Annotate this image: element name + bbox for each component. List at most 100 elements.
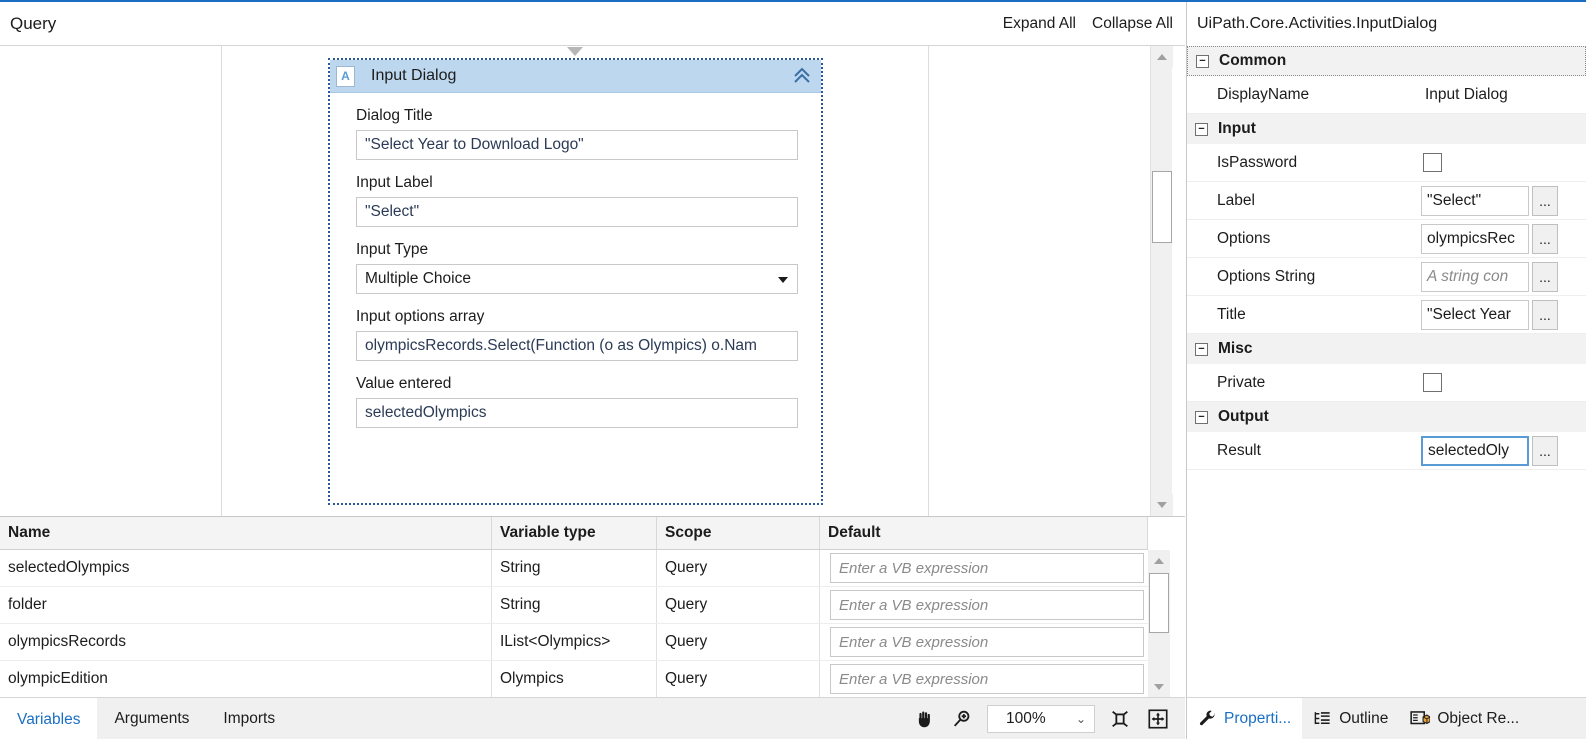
tab-imports[interactable]: Imports bbox=[206, 698, 292, 739]
variable-name[interactable]: folder bbox=[0, 587, 492, 623]
property-name: Options String bbox=[1217, 267, 1316, 285]
variable-type[interactable]: IList<Olympics> bbox=[492, 624, 657, 660]
properties-panel-tabs: Properti... Outline Object Re... bbox=[1187, 697, 1586, 739]
table-row[interactable]: folder String Query Enter a VB expressio… bbox=[0, 587, 1148, 624]
property-row-options[interactable]: Options olympicsRec ... bbox=[1187, 220, 1586, 258]
field-input-type: Input Type Multiple Choice bbox=[330, 241, 821, 294]
title-expression-input[interactable]: "Select Year bbox=[1421, 299, 1529, 330]
field-value: Multiple Choice bbox=[365, 270, 471, 287]
variables-panel: Name Variable type Scope Default selecte… bbox=[0, 516, 1185, 698]
property-value: olympicsRec ... bbox=[1419, 220, 1586, 257]
property-row-title[interactable]: Title "Select Year ... bbox=[1187, 296, 1586, 334]
result-browse-button[interactable]: ... bbox=[1532, 435, 1558, 466]
dialog-title-input[interactable]: "Select Year to Download Logo" bbox=[356, 130, 798, 160]
chevrons-up-icon[interactable] bbox=[791, 65, 813, 87]
collapse-minus-icon[interactable]: − bbox=[1195, 122, 1208, 136]
field-value: "Select" bbox=[365, 203, 420, 220]
canvas-vertical-scrollbar[interactable] bbox=[1150, 46, 1173, 516]
options-string-browse-button[interactable]: ... bbox=[1532, 261, 1558, 292]
magnifier-icon[interactable] bbox=[943, 698, 981, 739]
column-header-type[interactable]: Variable type bbox=[492, 517, 657, 549]
tab-label: Outline bbox=[1339, 709, 1389, 727]
property-value[interactable]: Input Dialog bbox=[1419, 76, 1586, 113]
column-header-scope[interactable]: Scope bbox=[657, 517, 820, 549]
fit-screen-icon[interactable] bbox=[1139, 698, 1177, 739]
variables-vertical-scrollbar[interactable] bbox=[1148, 550, 1170, 698]
options-browse-button[interactable]: ... bbox=[1532, 223, 1558, 254]
tab-object-repository[interactable]: Object Re... bbox=[1399, 698, 1530, 739]
collapse-minus-icon[interactable]: − bbox=[1196, 54, 1209, 68]
variable-type[interactable]: String bbox=[492, 550, 657, 586]
expand-collapse-controls: Expand All Collapse All bbox=[1003, 15, 1173, 33]
variable-name[interactable]: olympicsRecords bbox=[0, 624, 492, 660]
variable-default-input[interactable]: Enter a VB expression bbox=[830, 553, 1144, 583]
private-checkbox[interactable] bbox=[1423, 373, 1442, 392]
variable-scope[interactable]: Query bbox=[657, 661, 820, 697]
scroll-up-button[interactable] bbox=[1151, 46, 1173, 68]
scroll-up-button[interactable] bbox=[1148, 550, 1170, 572]
activity-card-header[interactable]: A Input Dialog bbox=[330, 60, 821, 93]
column-header-name[interactable]: Name bbox=[0, 517, 492, 549]
variable-scope[interactable]: Query bbox=[657, 550, 820, 586]
field-input-label: Input Label "Select" bbox=[330, 174, 821, 227]
property-row-private[interactable]: Private bbox=[1187, 364, 1586, 402]
scrollbar-thumb[interactable] bbox=[1152, 171, 1172, 243]
result-expression-input[interactable]: selectedOly bbox=[1421, 435, 1529, 466]
scrollbar-thumb[interactable] bbox=[1149, 573, 1169, 633]
collapse-all-button[interactable]: Collapse All bbox=[1092, 15, 1173, 33]
variable-default-cell: Enter a VB expression bbox=[820, 587, 1148, 623]
ispassword-checkbox[interactable] bbox=[1423, 153, 1442, 172]
label-browse-button[interactable]: ... bbox=[1532, 185, 1558, 216]
collapse-minus-icon[interactable]: − bbox=[1195, 410, 1208, 424]
chevron-down-icon: ⌄ bbox=[1075, 712, 1086, 726]
variable-name[interactable]: olympicEdition bbox=[0, 661, 492, 697]
table-row[interactable]: olympicsRecords IList<Olympics> Query En… bbox=[0, 624, 1148, 661]
variable-type[interactable]: Olympics bbox=[492, 661, 657, 697]
tab-arguments[interactable]: Arguments bbox=[97, 698, 206, 739]
label-expression-input[interactable]: "Select" bbox=[1421, 185, 1529, 216]
zoom-level-dropdown[interactable]: 100% ⌄ bbox=[987, 705, 1095, 733]
input-label-input[interactable]: "Select" bbox=[356, 197, 798, 227]
expand-all-button[interactable]: Expand All bbox=[1003, 15, 1076, 33]
property-group-output[interactable]: − Output bbox=[1187, 402, 1586, 432]
variable-name[interactable]: selectedOlympics bbox=[0, 550, 492, 586]
tab-outline[interactable]: Outline bbox=[1302, 698, 1399, 739]
column-header-default[interactable]: Default bbox=[820, 517, 1148, 549]
variable-default-input[interactable]: Enter a VB expression bbox=[830, 590, 1144, 620]
property-row-result[interactable]: Result selectedOly ... bbox=[1187, 432, 1586, 470]
title-browse-button[interactable]: ... bbox=[1532, 299, 1558, 330]
property-group-common[interactable]: − Common bbox=[1187, 46, 1586, 76]
options-expression-input[interactable]: olympicsRec bbox=[1421, 223, 1529, 254]
scroll-down-button[interactable] bbox=[1148, 676, 1170, 698]
input-type-dropdown[interactable]: Multiple Choice bbox=[356, 264, 798, 294]
variables-table-header: Name Variable type Scope Default bbox=[0, 517, 1148, 550]
property-row-ispassword[interactable]: IsPassword bbox=[1187, 144, 1586, 182]
property-row-options-string[interactable]: Options String A string con ... bbox=[1187, 258, 1586, 296]
property-group-input[interactable]: − Input bbox=[1187, 114, 1586, 144]
variable-type[interactable]: String bbox=[492, 587, 657, 623]
property-name: Private bbox=[1217, 373, 1266, 391]
variable-scope[interactable]: Query bbox=[657, 624, 820, 660]
tab-variables[interactable]: Variables bbox=[0, 698, 98, 739]
scroll-down-button[interactable] bbox=[1151, 494, 1173, 516]
uipath-studio-window: Query Expand All Collapse All A Input Di… bbox=[0, 0, 1586, 739]
table-row[interactable]: selectedOlympics String Query Enter a VB… bbox=[0, 550, 1148, 587]
input-options-array-input[interactable]: olympicsRecords.Select(Function (o as Ol… bbox=[356, 331, 798, 361]
variable-default-input[interactable]: Enter a VB expression bbox=[830, 664, 1144, 694]
property-group-misc[interactable]: − Misc bbox=[1187, 334, 1586, 364]
collapse-minus-icon[interactable]: − bbox=[1195, 342, 1208, 356]
variable-scope[interactable]: Query bbox=[657, 587, 820, 623]
tab-properties[interactable]: Properti... bbox=[1187, 698, 1303, 739]
property-row-label[interactable]: Label "Select" ... bbox=[1187, 182, 1586, 220]
input-dialog-activity-card[interactable]: A Input Dialog Dialog Title "Select Year… bbox=[328, 58, 823, 505]
breadcrumb[interactable]: Query bbox=[10, 14, 56, 34]
value-entered-input[interactable]: selectedOlympics bbox=[356, 398, 798, 428]
variable-default-input[interactable]: Enter a VB expression bbox=[830, 627, 1144, 657]
property-row-displayname[interactable]: DisplayName Input Dialog bbox=[1187, 76, 1586, 114]
workflow-canvas[interactable]: A Input Dialog Dialog Title "Select Year… bbox=[0, 46, 1185, 516]
variables-table: Name Variable type Scope Default selecte… bbox=[0, 517, 1148, 698]
options-string-expression-input[interactable]: A string con bbox=[1421, 261, 1529, 292]
fit-content-icon[interactable] bbox=[1101, 698, 1139, 739]
hand-icon[interactable] bbox=[905, 698, 943, 739]
table-row[interactable]: olympicEdition Olympics Query Enter a VB… bbox=[0, 661, 1148, 698]
